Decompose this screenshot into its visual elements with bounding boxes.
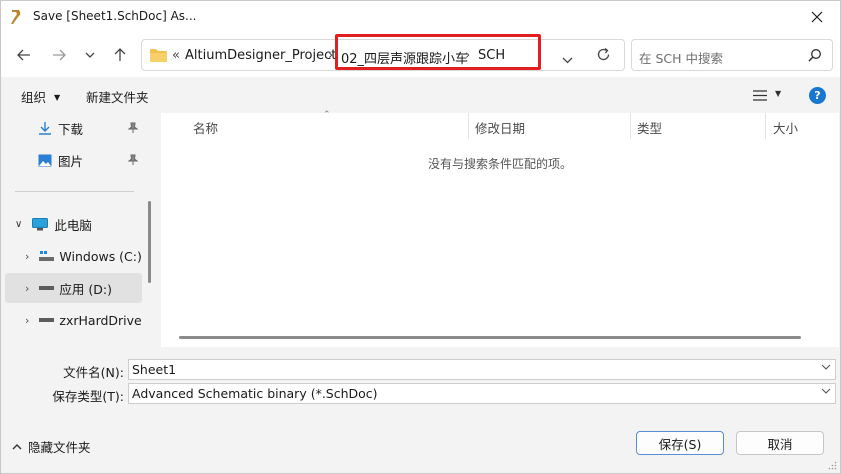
chevron-down-icon[interactable]	[821, 364, 831, 370]
breadcrumb-separator[interactable]: ›	[465, 48, 470, 63]
chevron-down-icon[interactable]: ∨	[15, 219, 22, 230]
nav-item-drive-c[interactable]: › Windows (C:)	[5, 241, 142, 271]
back-button[interactable]	[10, 41, 38, 69]
pin-icon[interactable]	[128, 122, 138, 134]
sort-up-icon: ⌃	[323, 110, 331, 120]
nav-divider	[15, 191, 134, 192]
organize-label: 组织	[21, 90, 47, 105]
windows-drive-icon	[39, 250, 55, 261]
nav-item-this-pc[interactable]: ∨ 此电脑	[5, 209, 142, 239]
close-button[interactable]	[794, 1, 840, 33]
chevron-right-icon[interactable]: ›	[25, 250, 29, 263]
column-divider[interactable]	[468, 113, 469, 139]
caret-down-icon: ▼	[775, 89, 782, 98]
nav-item-drive-d[interactable]: › 应用 (D:)	[5, 273, 142, 303]
recent-locations-button[interactable]	[76, 41, 104, 69]
column-header-date[interactable]: 修改日期	[475, 118, 525, 137]
refresh-button[interactable]	[596, 47, 611, 65]
forward-button[interactable]	[45, 41, 73, 69]
save-button[interactable]: 保存(S)	[636, 431, 724, 455]
chevron-down-icon	[85, 52, 95, 58]
filetype-select[interactable]: Advanced Schematic binary (*.SchDoc)	[128, 383, 836, 404]
cancel-button[interactable]: 取消	[736, 431, 824, 455]
search-icon	[808, 49, 821, 62]
nav-item-label: 下载	[58, 121, 84, 137]
computer-icon	[32, 217, 49, 230]
nav-item-label: 此电脑	[54, 217, 92, 233]
breadcrumb-segment[interactable]: 02_四层声源跟踪小车	[341, 48, 468, 67]
column-divider[interactable]	[765, 113, 766, 139]
file-list: ⌃ 名称 修改日期 类型 大小 没有与搜索条件匹配的项。	[161, 110, 839, 347]
address-dropdown-button[interactable]	[562, 52, 573, 67]
column-header-type[interactable]: 类型	[637, 118, 662, 137]
nav-item-label: 应用 (D:)	[59, 281, 112, 297]
list-view-icon	[753, 90, 767, 101]
save-as-dialog: Save [Sheet1.SchDoc] As... « AltiumDesig…	[0, 0, 841, 474]
new-folder-button[interactable]: 新建文件夹	[86, 87, 149, 106]
chevron-down-icon[interactable]	[821, 388, 831, 394]
pin-icon[interactable]	[128, 154, 138, 166]
address-row: « AltiumDesigner_Project › 02_四层声源跟踪小车 ›…	[1, 33, 840, 77]
filetype-label: 保存类型(T):	[52, 389, 124, 404]
refresh-icon	[597, 47, 610, 61]
chevron-right-icon[interactable]: ›	[25, 282, 29, 295]
download-icon	[39, 122, 51, 135]
breadcrumb-segment[interactable]: AltiumDesigner_Project	[185, 48, 336, 63]
filetype-value: Advanced Schematic binary (*.SchDoc)	[132, 386, 378, 401]
hide-folders-label: 隐藏文件夹	[28, 440, 91, 455]
altium-app-icon	[11, 10, 21, 24]
nav-item-hard-drive[interactable]: › zxrHardDrive	[5, 305, 142, 335]
empty-message: 没有与搜索条件匹配的项。	[427, 157, 572, 171]
chevron-up-icon	[12, 443, 22, 449]
command-bar: 组织 ▼ 新建文件夹 ▼ ?	[1, 77, 840, 113]
arrow-up-icon	[114, 48, 126, 61]
arrow-left-icon	[17, 49, 30, 61]
folder-icon	[150, 49, 167, 62]
filename-label: 文件名(N):	[63, 365, 124, 380]
chevron-down-icon	[562, 57, 573, 64]
filename-field[interactable]: Sheet1	[128, 359, 836, 380]
column-header-name[interactable]: 名称	[193, 118, 218, 137]
nav-scrollbar[interactable]	[148, 201, 151, 283]
chevron-right-icon[interactable]: ›	[25, 314, 29, 327]
window-title: Save [Sheet1.SchDoc] As...	[33, 9, 197, 23]
search-placeholder: 在 SCH 中搜索	[639, 51, 724, 66]
filename-value: Sheet1	[132, 362, 177, 377]
column-divider[interactable]	[630, 113, 631, 139]
horizontal-scrollbar[interactable]	[179, 336, 801, 339]
arrow-right-icon	[53, 49, 66, 61]
organize-menu[interactable]: 组织 ▼	[21, 87, 60, 106]
hide-folders-button[interactable]: 隐藏文件夹	[12, 437, 91, 456]
drive-icon	[39, 317, 55, 322]
pictures-icon	[38, 154, 52, 166]
help-icon[interactable]: ?	[809, 87, 826, 104]
address-bar[interactable]: « AltiumDesigner_Project › 02_四层声源跟踪小车 ›…	[141, 39, 625, 71]
up-button[interactable]	[106, 41, 134, 69]
resize-grip-icon[interactable]	[828, 461, 837, 470]
drive-icon	[39, 285, 55, 290]
breadcrumb-segment[interactable]: SCH	[478, 48, 505, 63]
breadcrumb-separator[interactable]: ›	[328, 48, 333, 63]
search-input[interactable]: 在 SCH 中搜索	[631, 39, 833, 71]
nav-item-downloads[interactable]: 下载	[5, 113, 142, 143]
close-icon	[811, 11, 823, 23]
view-options-button[interactable]: ▼	[753, 89, 781, 104]
title-bar: Save [Sheet1.SchDoc] As...	[1, 1, 840, 33]
nav-item-pictures[interactable]: 图片	[5, 145, 142, 175]
nav-item-label: zxrHardDrive	[59, 312, 142, 328]
column-header-size[interactable]: 大小	[773, 118, 798, 137]
nav-item-label: Windows (C:)	[59, 248, 142, 264]
nav-item-label: 图片	[58, 153, 84, 169]
address-overflow[interactable]: «	[172, 48, 180, 63]
navigation-pane: 下载 图片 ∨ 此电脑 › Windows (C:) › 应用 (D:) › z…	[1, 113, 154, 347]
caret-down-icon: ▼	[54, 93, 61, 102]
